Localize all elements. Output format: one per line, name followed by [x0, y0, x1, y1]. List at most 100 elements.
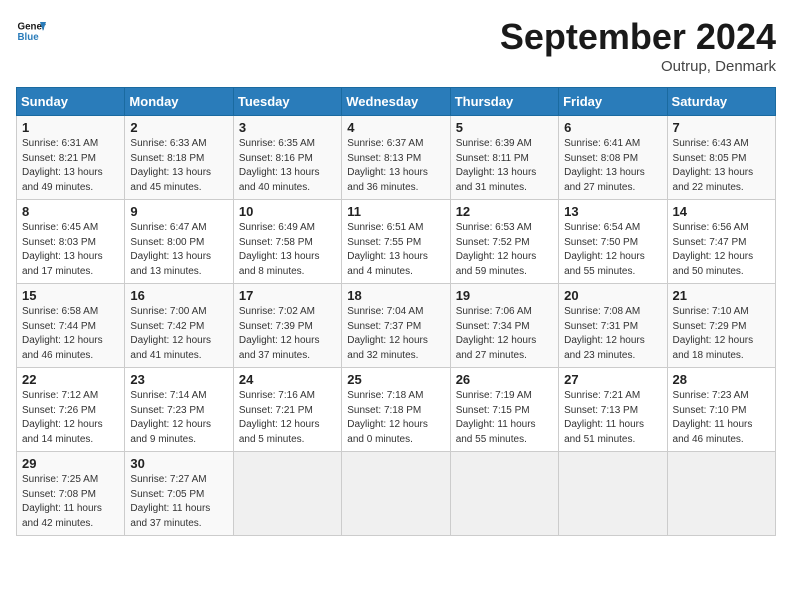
day-header: Tuesday: [233, 88, 341, 116]
calendar-cell: 12 Sunrise: 6:53 AM Sunset: 7:52 PM Dayli…: [450, 200, 558, 284]
calendar-cell: 29Sunrise: 7:25 AM Sunset: 7:08 PM Dayli…: [17, 452, 125, 536]
day-number: 14: [673, 204, 770, 219]
day-detail: Sunrise: 6:35 AM Sunset: 8:16 PM Dayligh…: [239, 137, 336, 195]
day-number: 8: [22, 204, 119, 219]
svg-text:Blue: Blue: [18, 32, 40, 43]
day-detail: Sunrise: 7:08 AM Sunset: 7:31 PM Dayligh…: [564, 305, 661, 363]
calendar-cell: [342, 452, 450, 536]
day-detail: Sunrise: 7:18 AM Sunset: 7:18 PM Dayligh…: [347, 389, 444, 447]
day-detail: Sunrise: 6:53 AM Sunset: 7:52 PM Dayligh…: [456, 221, 553, 279]
calendar-table: SundayMondayTuesdayWednesdayThursdayFrid…: [16, 87, 776, 536]
day-number: 29: [22, 456, 119, 471]
day-number: 5: [456, 120, 553, 135]
calendar-cell: 10 Sunrise: 6:49 AM Sunset: 7:58 PM Dayli…: [233, 200, 341, 284]
calendar-cell: 8Sunrise: 6:45 AM Sunset: 8:03 PM Daylig…: [17, 200, 125, 284]
day-number: 10: [239, 204, 336, 219]
calendar-cell: 16 Sunrise: 7:00 AM Sunset: 7:42 PM Dayli…: [125, 284, 233, 368]
day-number: 28: [673, 372, 770, 387]
day-detail: Sunrise: 6:54 AM Sunset: 7:50 PM Dayligh…: [564, 221, 661, 279]
day-detail: Sunrise: 7:19 AM Sunset: 7:15 PM Dayligh…: [456, 389, 553, 447]
day-number: 17: [239, 288, 336, 303]
day-number: 27: [564, 372, 661, 387]
day-number: 18: [347, 288, 444, 303]
day-number: 1: [22, 120, 119, 135]
day-header: Saturday: [667, 88, 775, 116]
day-number: 30: [130, 456, 227, 471]
day-detail: Sunrise: 6:49 AM Sunset: 7:58 PM Dayligh…: [239, 221, 336, 279]
calendar-cell: 21 Sunrise: 7:10 AM Sunset: 7:29 PM Dayli…: [667, 284, 775, 368]
header: General Blue September 2024 Outrup, Denm…: [16, 16, 776, 75]
calendar-cell: 14 Sunrise: 6:56 AM Sunset: 7:47 PM Dayli…: [667, 200, 775, 284]
logo-icon: General Blue: [16, 16, 46, 46]
calendar-cell: 9 Sunrise: 6:47 AM Sunset: 8:00 PM Daylig…: [125, 200, 233, 284]
calendar-cell: 7 Sunrise: 6:43 AM Sunset: 8:05 PM Daylig…: [667, 116, 775, 200]
calendar-cell: 4 Sunrise: 6:37 AM Sunset: 8:13 PM Daylig…: [342, 116, 450, 200]
day-number: 3: [239, 120, 336, 135]
calendar-cell: 18 Sunrise: 7:04 AM Sunset: 7:37 PM Dayli…: [342, 284, 450, 368]
calendar-cell: 23 Sunrise: 7:14 AM Sunset: 7:23 PM Dayli…: [125, 368, 233, 452]
calendar-cell: 25 Sunrise: 7:18 AM Sunset: 7:18 PM Dayli…: [342, 368, 450, 452]
day-header: Monday: [125, 88, 233, 116]
calendar-cell: 19Sunrise: 7:06 AM Sunset: 7:34 PM Dayli…: [450, 284, 558, 368]
calendar-cell: 6Sunrise: 6:41 AM Sunset: 8:08 PM Daylig…: [559, 116, 667, 200]
calendar-cell: 13 Sunrise: 6:54 AM Sunset: 7:50 PM Dayli…: [559, 200, 667, 284]
calendar-cell: 11 Sunrise: 6:51 AM Sunset: 7:55 PM Dayli…: [342, 200, 450, 284]
day-number: 26: [456, 372, 553, 387]
day-number: 6: [564, 120, 661, 135]
logo: General Blue: [16, 16, 46, 46]
day-number: 12: [456, 204, 553, 219]
day-detail: Sunrise: 7:21 AM Sunset: 7:13 PM Dayligh…: [564, 389, 661, 447]
day-number: 22: [22, 372, 119, 387]
day-header: Thursday: [450, 88, 558, 116]
calendar-subtitle: Outrup, Denmark: [500, 58, 776, 75]
calendar-cell: [450, 452, 558, 536]
day-header: Friday: [559, 88, 667, 116]
day-detail: Sunrise: 6:43 AM Sunset: 8:05 PM Dayligh…: [673, 137, 770, 195]
day-detail: Sunrise: 6:56 AM Sunset: 7:47 PM Dayligh…: [673, 221, 770, 279]
day-number: 4: [347, 120, 444, 135]
day-detail: Sunrise: 7:06 AM Sunset: 7:34 PM Dayligh…: [456, 305, 553, 363]
calendar-cell: 15 Sunrise: 6:58 AM Sunset: 7:44 PM Dayli…: [17, 284, 125, 368]
day-detail: Sunrise: 6:47 AM Sunset: 8:00 PM Dayligh…: [130, 221, 227, 279]
day-detail: Sunrise: 7:00 AM Sunset: 7:42 PM Dayligh…: [130, 305, 227, 363]
day-detail: Sunrise: 7:04 AM Sunset: 7:37 PM Dayligh…: [347, 305, 444, 363]
calendar-cell: 30 Sunrise: 7:27 AM Sunset: 7:05 PM Dayli…: [125, 452, 233, 536]
calendar-cell: 20 Sunrise: 7:08 AM Sunset: 7:31 PM Dayli…: [559, 284, 667, 368]
day-number: 16: [130, 288, 227, 303]
day-number: 15: [22, 288, 119, 303]
calendar-cell: 26 Sunrise: 7:19 AM Sunset: 7:15 PM Dayli…: [450, 368, 558, 452]
calendar-week-row: 29Sunrise: 7:25 AM Sunset: 7:08 PM Dayli…: [17, 452, 776, 536]
day-number: 25: [347, 372, 444, 387]
calendar-week-row: 22 Sunrise: 7:12 AM Sunset: 7:26 PM Dayli…: [17, 368, 776, 452]
day-number: 13: [564, 204, 661, 219]
day-detail: Sunrise: 6:58 AM Sunset: 7:44 PM Dayligh…: [22, 305, 119, 363]
calendar-week-row: 1Sunrise: 6:31 AM Sunset: 8:21 PM Daylig…: [17, 116, 776, 200]
day-detail: Sunrise: 6:51 AM Sunset: 7:55 PM Dayligh…: [347, 221, 444, 279]
day-number: 21: [673, 288, 770, 303]
day-header: Wednesday: [342, 88, 450, 116]
day-detail: Sunrise: 7:27 AM Sunset: 7:05 PM Dayligh…: [130, 473, 227, 531]
day-number: 7: [673, 120, 770, 135]
day-detail: Sunrise: 7:10 AM Sunset: 7:29 PM Dayligh…: [673, 305, 770, 363]
day-detail: Sunrise: 7:14 AM Sunset: 7:23 PM Dayligh…: [130, 389, 227, 447]
calendar-cell: 22 Sunrise: 7:12 AM Sunset: 7:26 PM Dayli…: [17, 368, 125, 452]
calendar-cell: 2Sunrise: 6:33 AM Sunset: 8:18 PM Daylig…: [125, 116, 233, 200]
day-detail: Sunrise: 6:39 AM Sunset: 8:11 PM Dayligh…: [456, 137, 553, 195]
calendar-cell: 28 Sunrise: 7:23 AM Sunset: 7:10 PM Dayli…: [667, 368, 775, 452]
day-detail: Sunrise: 7:23 AM Sunset: 7:10 PM Dayligh…: [673, 389, 770, 447]
day-number: 24: [239, 372, 336, 387]
day-number: 11: [347, 204, 444, 219]
day-number: 9: [130, 204, 227, 219]
calendar-cell: 27 Sunrise: 7:21 AM Sunset: 7:13 PM Dayli…: [559, 368, 667, 452]
day-detail: Sunrise: 7:12 AM Sunset: 7:26 PM Dayligh…: [22, 389, 119, 447]
calendar-week-row: 8Sunrise: 6:45 AM Sunset: 8:03 PM Daylig…: [17, 200, 776, 284]
calendar-cell: [559, 452, 667, 536]
calendar-cell: 5 Sunrise: 6:39 AM Sunset: 8:11 PM Daylig…: [450, 116, 558, 200]
calendar-week-row: 15 Sunrise: 6:58 AM Sunset: 7:44 PM Dayli…: [17, 284, 776, 368]
day-number: 20: [564, 288, 661, 303]
day-number: 23: [130, 372, 227, 387]
day-detail: Sunrise: 6:33 AM Sunset: 8:18 PM Dayligh…: [130, 137, 227, 195]
calendar-title: September 2024: [500, 16, 776, 58]
calendar-cell: 17Sunrise: 7:02 AM Sunset: 7:39 PM Dayli…: [233, 284, 341, 368]
day-detail: Sunrise: 6:37 AM Sunset: 8:13 PM Dayligh…: [347, 137, 444, 195]
